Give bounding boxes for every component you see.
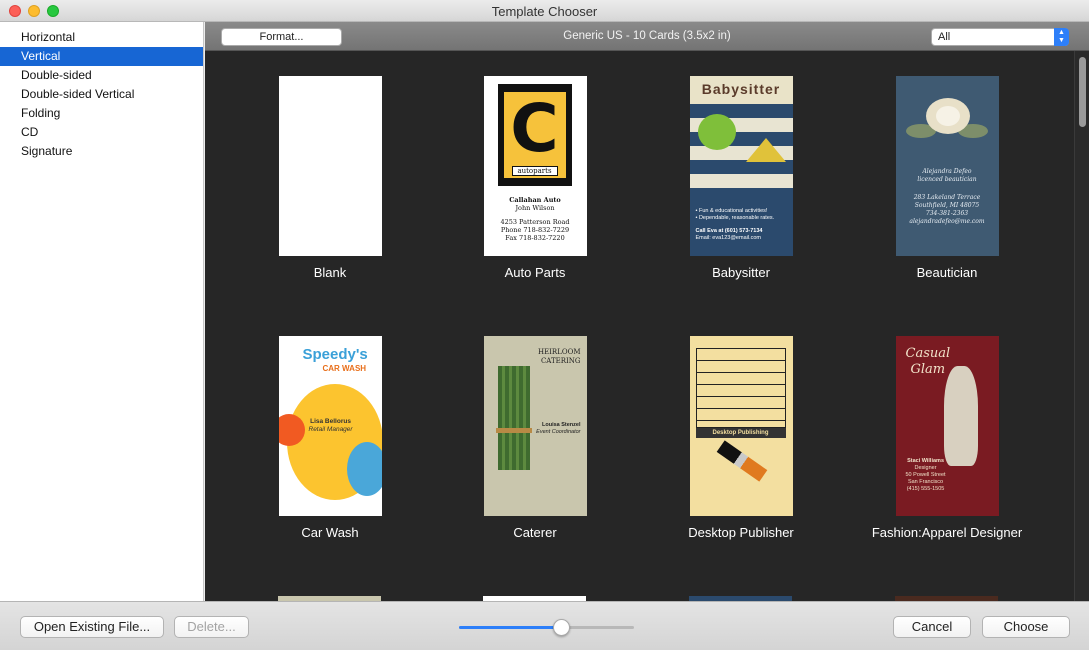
category-sidebar: Horizontal Vertical Double-sided Double-… (0, 22, 204, 601)
sidebar-item-double-sided-vertical[interactable]: Double-sided Vertical (0, 85, 203, 104)
zoom-slider-knob[interactable] (552, 619, 570, 636)
template-label: Fashion:Apparel Designer (871, 525, 1023, 540)
template-blank[interactable]: Blank (227, 76, 433, 280)
sidebar-item-horizontal[interactable]: Horizontal (0, 28, 203, 47)
template-thumbnail[interactable]: Alejandra Defeo licenced beautician 283 … (895, 76, 999, 256)
template-car-wash[interactable]: Speedy's CAR WASH Lisa Bellorus Retail M… (227, 336, 433, 540)
template-thumbnail[interactable]: Babysitter • Fun & educational activitie… (689, 76, 793, 256)
card-text: Lisa Bellorus Retail Manager (308, 418, 353, 433)
filter-select[interactable]: All ▲ ▼ (931, 28, 1069, 46)
template-beautician[interactable]: Alejandra Defeo licenced beautician 283 … (844, 76, 1050, 280)
grid-scrollbar[interactable] (1074, 51, 1089, 601)
template-label: Car Wash (301, 525, 359, 540)
template-label: Auto Parts (504, 265, 566, 280)
sidebar-item-vertical[interactable]: Vertical (0, 47, 203, 66)
paintbrush-icon (716, 440, 767, 482)
card-heading: Babysitter (689, 76, 793, 104)
dress-form-icon (943, 366, 978, 466)
template-label: Beautician (916, 265, 978, 280)
template-thumbnail[interactable]: Casual Glam Staci Williams Designer 50 P… (895, 336, 999, 516)
card-text: Callahan Auto John Wilson 4253 Patterson… (500, 196, 570, 242)
template-label: Caterer (513, 525, 557, 540)
template-thumbnail[interactable]: Speedy's CAR WASH Lisa Bellorus Retail M… (278, 336, 382, 516)
scrollbar-thumb[interactable] (1079, 57, 1086, 127)
asparagus-icon (497, 366, 530, 470)
template-thumbnail[interactable]: HEIRLOOM CATERING Louisa Stenzel Event C… (483, 336, 587, 516)
logo-letter: C (510, 90, 559, 167)
boat-icon (745, 138, 786, 162)
template-caterer[interactable]: HEIRLOOM CATERING Louisa Stenzel Event C… (432, 336, 638, 540)
zoom-slider[interactable] (459, 619, 634, 636)
template-desktop-publisher[interactable]: Desktop Publishing Desktop Publisher (638, 336, 844, 540)
card-heading: Casual Glam (905, 346, 951, 377)
open-existing-file-button[interactable]: Open Existing File... (20, 616, 164, 638)
template-toolbar: Format... Generic US - 10 Cards (3.5x2 i… (205, 22, 1089, 51)
cancel-button[interactable]: Cancel (893, 616, 971, 638)
template-thumbnail[interactable]: C autoparts Callahan Auto John Wilson 42… (483, 76, 587, 256)
footer-bar: Open Existing File... Delete... Cancel C… (0, 601, 1089, 650)
card-text: Staci Williams Designer 50 Powell Street… (905, 458, 946, 492)
template-label: Babysitter (712, 265, 770, 280)
zoom-slider-fill (459, 626, 561, 629)
window-title: Template Chooser (491, 4, 598, 19)
card-text: Alejandra Defeo licenced beautician 283 … (909, 168, 985, 225)
template-babysitter[interactable]: Babysitter • Fun & educational activitie… (638, 76, 844, 280)
title-bar: Template Chooser (0, 0, 1089, 22)
card-subheading: CAR WASH (322, 364, 367, 373)
template-label: Blank (313, 265, 347, 280)
card-text: • Fun & educational activities! • Depend… (689, 204, 793, 256)
template-fashion-apparel-designer[interactable]: Casual Glam Staci Williams Designer 50 P… (844, 336, 1050, 540)
choose-button[interactable]: Choose (982, 616, 1070, 638)
template-grid: Blank C autoparts Callahan Auto John Wil… (205, 51, 1074, 601)
sidebar-item-double-sided[interactable]: Double-sided (0, 66, 203, 85)
card-heading: HEIRLOOM CATERING (537, 348, 581, 365)
logo-tag: autoparts (511, 166, 558, 176)
card-logo: Speedy's (302, 346, 368, 363)
sidebar-item-folding[interactable]: Folding (0, 104, 203, 123)
sidebar-item-cd[interactable]: CD (0, 123, 203, 142)
filter-select-value: All (938, 31, 951, 43)
card-heading: Desktop Publishing (695, 428, 786, 438)
chevron-up-down-icon: ▲ ▼ (1054, 28, 1069, 46)
apple-icon (697, 114, 736, 150)
template-auto-parts[interactable]: C autoparts Callahan Auto John Wilson 42… (432, 76, 638, 280)
template-thumbnail[interactable]: Desktop Publishing (689, 336, 793, 516)
template-label: Desktop Publisher (688, 525, 794, 540)
sidebar-item-signature[interactable]: Signature (0, 142, 203, 161)
form-fields (695, 348, 786, 428)
card-text: Louisa Stenzel Event Coordinator (536, 422, 581, 435)
template-thumbnail[interactable] (278, 76, 382, 256)
delete-button[interactable]: Delete... (174, 616, 249, 638)
